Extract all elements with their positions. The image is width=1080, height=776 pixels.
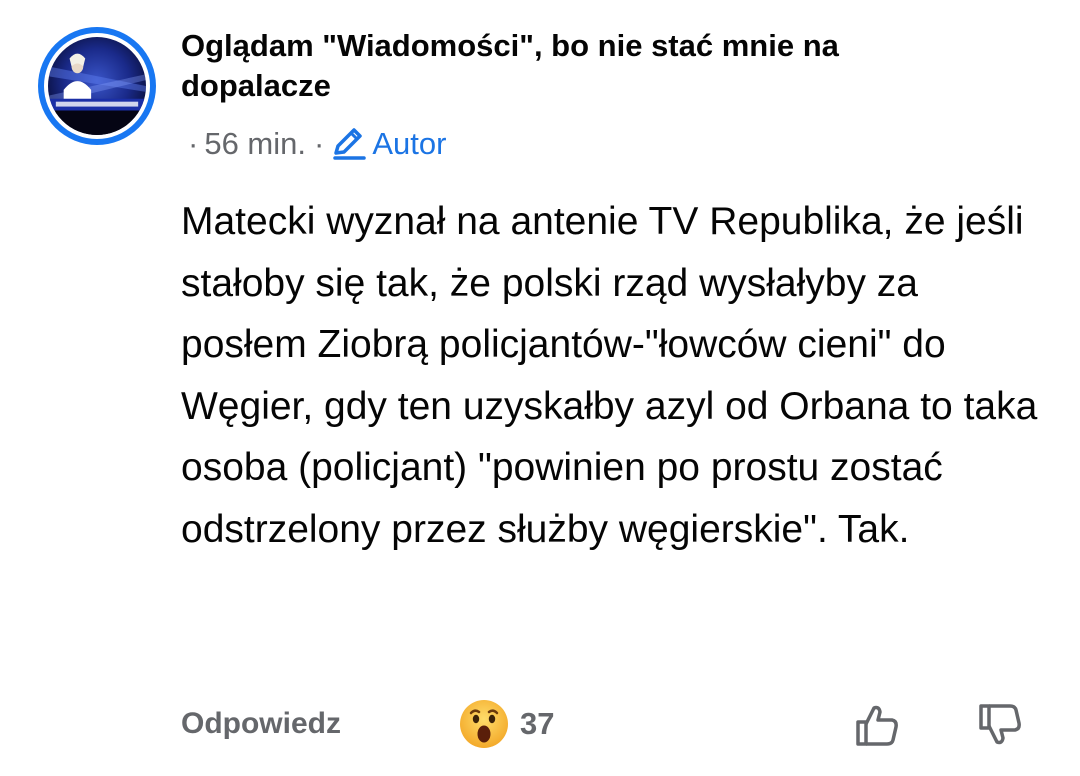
post-footer: Odpowiedz 37 [0, 692, 1080, 762]
post-time[interactable]: 56 min. [204, 124, 306, 164]
reply-button[interactable]: Odpowiedz [181, 704, 341, 744]
author-label: Autor [372, 126, 447, 161]
avatar-frame [44, 33, 150, 139]
post-meta: · 56 min. · Autor [188, 124, 446, 164]
post-body-text: Matecki wyznał na antenie TV Republika, … [181, 200, 1038, 551]
reaction-count: 37 [520, 706, 555, 741]
meta-separator: · [314, 126, 325, 161]
thumbs-up-icon[interactable] [852, 700, 902, 750]
post-header: Oglądam "Wiadomości", bo nie stać mnie n… [181, 26, 1041, 106]
wow-emoji-icon [460, 700, 508, 748]
meta-separator: · [188, 126, 199, 161]
reaction-summary[interactable]: 37 [458, 698, 554, 750]
group-avatar[interactable] [38, 27, 156, 145]
avatar-image [48, 37, 146, 135]
pencil-icon [333, 128, 367, 160]
thumbs-down-icon[interactable] [975, 700, 1025, 750]
author-badge: Autor [330, 124, 446, 164]
group-name[interactable]: Oglądam "Wiadomości", bo nie stać mnie n… [181, 26, 911, 106]
